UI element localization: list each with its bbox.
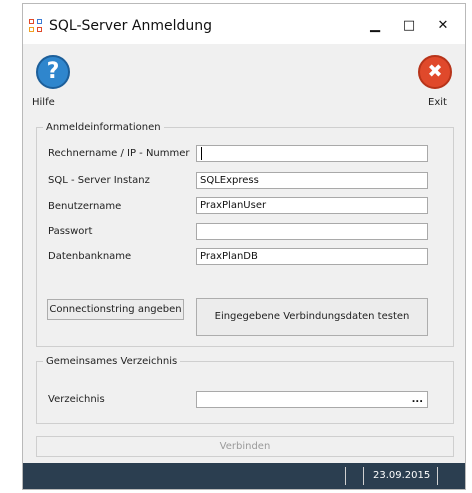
status-date: 23.09.2015 — [373, 470, 431, 481]
username-input[interactable]: PraxPlanUser — [196, 197, 428, 214]
directory-group-legend: Gemeinsames Verzeichnis — [46, 356, 178, 367]
exit-label: Exit — [428, 97, 447, 108]
directory-label: Verzeichnis — [48, 394, 105, 405]
exit-icon: ✖ — [418, 55, 452, 89]
status-separator — [363, 467, 364, 485]
password-label: Passwort — [48, 226, 93, 237]
status-separator — [345, 467, 346, 485]
minimize-icon: ▁ — [370, 18, 380, 33]
database-input[interactable]: PraxPlanDB — [196, 248, 428, 265]
login-window: SQL-Server Anmeldung ▁ □ ✕ ? Hilfe ✖ Exi… — [22, 3, 466, 490]
database-label: Datenbankname — [48, 251, 132, 262]
instance-input[interactable]: SQLExpress — [196, 172, 428, 189]
directory-groupbox: Gemeinsames Verzeichnis — [36, 356, 454, 424]
minimize-button[interactable]: ▁ — [358, 14, 392, 38]
text-cursor — [201, 147, 202, 160]
maximize-icon: □ — [402, 18, 416, 33]
connect-button[interactable]: Verbinden — [36, 436, 454, 457]
title-bar: SQL-Server Anmeldung ▁ □ ✕ — [23, 4, 465, 44]
help-icon: ? — [36, 55, 70, 89]
test-connection-button[interactable]: Eingegebene Verbindungsdaten testen — [196, 298, 428, 336]
directory-input[interactable]: ... — [196, 391, 428, 408]
hostname-label: Rechnername / IP - Nummer — [48, 148, 190, 159]
login-group-legend: Anmeldeinformationen — [46, 122, 161, 133]
password-input[interactable] — [196, 223, 428, 240]
hostname-input[interactable] — [196, 145, 428, 162]
close-icon: ✕ — [437, 18, 449, 33]
close-button[interactable]: ✕ — [426, 14, 460, 38]
username-label: Benutzername — [48, 201, 122, 212]
browse-button[interactable]: ... — [412, 392, 423, 407]
connectionstring-button[interactable]: Connectionstring angeben — [47, 299, 184, 320]
maximize-button[interactable]: □ — [392, 14, 426, 38]
window-title: SQL-Server Anmeldung — [49, 18, 212, 34]
app-grid-icon — [29, 19, 43, 33]
instance-label: SQL - Server Instanz — [48, 175, 150, 186]
help-label: Hilfe — [32, 97, 55, 108]
status-separator — [437, 467, 438, 485]
status-bar: 23.09.2015 — [23, 463, 465, 489]
